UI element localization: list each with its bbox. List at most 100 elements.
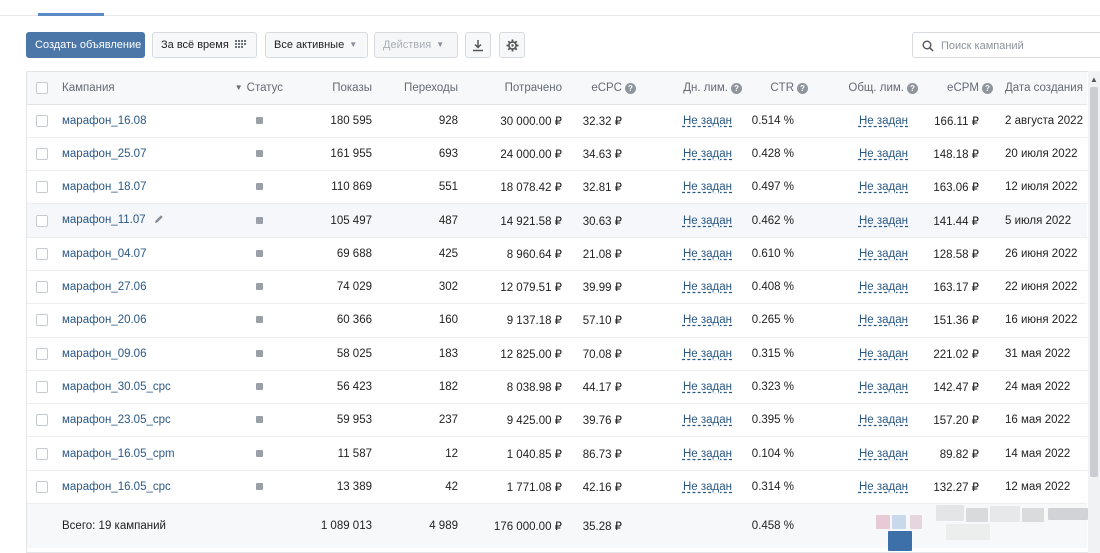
search-box[interactable] [912, 32, 1100, 58]
help-icon[interactable]: ? [907, 82, 918, 94]
ecpc-cell: 42.16 ₽ [562, 470, 636, 505]
table-row[interactable]: марафон_20.06 60 366 160 9 137.18 ₽57.10 ₽ Н… [27, 303, 1087, 338]
daily-limit-link[interactable]: Не задан [636, 137, 742, 172]
created-date-cell: 20 июля 2022 [993, 137, 1087, 172]
campaign-name-link[interactable]: марафон_16.08 [57, 104, 197, 138]
row-checkbox[interactable] [36, 480, 48, 493]
total-limit-link[interactable]: Не задан [808, 337, 918, 371]
row-checkbox[interactable] [36, 281, 48, 294]
daily-limit-link[interactable]: Не задан [636, 170, 742, 205]
total-limit-link[interactable]: Не задан [808, 137, 918, 172]
pencil-edit-icon[interactable] [154, 214, 164, 227]
toolbar: Создать объявление За всё время Все акти… [26, 32, 1100, 58]
row-select-cell [27, 137, 57, 172]
clicks-cell: 425 [372, 237, 458, 271]
create-ad-button[interactable]: Создать объявление [26, 32, 145, 58]
total-limit-link[interactable]: Не задан [808, 470, 918, 505]
impressions-cell: 110 869 [287, 170, 372, 205]
status-cell [197, 137, 287, 172]
total-limit-link[interactable]: Не задан [808, 436, 918, 471]
campaign-name-link[interactable]: марафон_16.05_cpc [57, 470, 197, 505]
daily-limit-link[interactable]: Не задан [636, 237, 742, 271]
help-icon[interactable]: ? [797, 82, 808, 94]
row-checkbox[interactable] [36, 381, 48, 393]
daily-limit-link[interactable]: Не задан [636, 104, 742, 138]
help-icon[interactable]: ? [731, 82, 742, 94]
table-row[interactable]: марафон_23.05_cpc 59 953 237 9 425.00 ₽39.7… [27, 403, 1087, 438]
ecpc-cell: 57.10 ₽ [562, 303, 636, 338]
daily-limit-link[interactable]: Не задан [636, 203, 742, 238]
help-icon[interactable]: ? [625, 82, 636, 94]
header-impressions[interactable]: Показы [287, 72, 372, 105]
table-row[interactable]: марафон_25.07 161 955 693 24 000.00 ₽34.63 … [27, 137, 1087, 172]
campaign-name-link[interactable]: марафон_20.06 [57, 303, 197, 338]
status-filter-dropdown[interactable]: Все активные ▼ [265, 32, 368, 58]
actions-dropdown[interactable]: Действия ▼ [374, 32, 458, 58]
scroll-up-arrow-icon[interactable]: ▲ [1090, 75, 1098, 84]
total-limit-link[interactable]: Не задан [808, 403, 918, 438]
total-limit-link[interactable]: Не задан [808, 237, 918, 271]
download-button[interactable] [465, 32, 491, 58]
table-row[interactable]: марафон_11.07 105 497 487 14 921.58 ₽30.63 … [27, 203, 1087, 238]
row-checkbox[interactable] [36, 114, 48, 127]
row-checkbox[interactable] [36, 247, 48, 260]
period-button[interactable]: За всё время [152, 32, 257, 58]
vertical-scrollbar[interactable]: ▲ [1088, 71, 1100, 553]
table-row[interactable]: марафон_16.05_cpc 13 389 42 1 771.08 ₽42.16… [27, 470, 1087, 505]
header-total-limit[interactable]: Общ. лим.? [808, 72, 918, 105]
campaign-name-link[interactable]: марафон_23.05_cpc [57, 403, 197, 438]
campaign-name-link[interactable]: марафон_30.05_cpc [57, 370, 197, 405]
campaign-name-link[interactable]: марафон_16.05_cpm [57, 436, 197, 471]
scrollbar-thumb[interactable] [1090, 87, 1098, 477]
table-row[interactable]: марафон_30.05_cpc 56 423 182 8 038.98 ₽44.1… [27, 370, 1087, 405]
campaign-name-link[interactable]: марафон_09.06 [57, 337, 197, 371]
row-checkbox[interactable] [36, 214, 48, 227]
clicks-cell: 928 [372, 104, 458, 138]
daily-limit-link[interactable]: Не задан [636, 403, 742, 438]
header-spent[interactable]: Потрачено [458, 72, 562, 105]
row-checkbox[interactable] [36, 314, 48, 327]
total-limit-link[interactable]: Не задан [808, 104, 918, 138]
search-input[interactable] [939, 37, 1099, 54]
campaign-name-link[interactable]: марафон_04.07 [57, 237, 197, 271]
daily-limit-link[interactable]: Не задан [636, 337, 742, 371]
total-limit-link[interactable]: Не задан [808, 303, 918, 338]
total-limit-link[interactable]: Не задан [808, 203, 918, 238]
header-daily-limit[interactable]: Дн. лим.? [636, 72, 742, 105]
header-campaign[interactable]: Кампания [57, 72, 197, 105]
daily-limit-link[interactable]: Не задан [636, 370, 742, 405]
campaign-name-link[interactable]: марафон_25.07 [57, 137, 197, 172]
header-ecpm[interactable]: eCPM? [918, 72, 993, 105]
table-row[interactable]: марафон_16.05_cpm 11 587 12 1 040.85 ₽86.73… [27, 436, 1087, 471]
help-icon[interactable]: ? [982, 82, 993, 94]
select-all-checkbox[interactable] [36, 81, 48, 94]
total-limit-link[interactable]: Не задан [808, 370, 918, 405]
table-row[interactable]: марафон_09.06 58 025 183 12 825.00 ₽70.08 ₽… [27, 337, 1087, 371]
table-row[interactable]: марафон_27.06 74 029 302 12 079.51 ₽39.99 ₽… [27, 270, 1087, 305]
header-created[interactable]: Дата создания [993, 72, 1087, 105]
row-checkbox[interactable] [36, 147, 48, 160]
row-checkbox[interactable] [36, 447, 48, 460]
daily-limit-link[interactable]: Не задан [636, 270, 742, 305]
daily-limit-link[interactable]: Не задан [636, 436, 742, 471]
ecpc-cell: 86.73 ₽ [562, 436, 636, 471]
table-row[interactable]: марафон_18.07 110 869 551 18 078.42 ₽32.81 … [27, 170, 1087, 205]
settings-button[interactable] [499, 32, 525, 58]
row-checkbox[interactable] [36, 414, 48, 427]
total-limit-link[interactable]: Не задан [808, 170, 918, 205]
spent-cell: 8 960.64 ₽ [458, 237, 562, 271]
row-checkbox[interactable] [36, 181, 48, 194]
campaign-name-link[interactable]: марафон_27.06 [57, 270, 197, 305]
header-clicks[interactable]: Переходы [372, 72, 458, 105]
campaign-name-link[interactable]: марафон_18.07 [57, 170, 197, 205]
daily-limit-link[interactable]: Не задан [636, 303, 742, 338]
table-row[interactable]: марафон_16.08 180 595 928 30 000.00 ₽32.32 … [27, 104, 1087, 138]
total-limit-link[interactable]: Не задан [808, 270, 918, 305]
daily-limit-link[interactable]: Не задан [636, 470, 742, 505]
table-row[interactable]: марафон_04.07 69 688 425 8 960.64 ₽21.08 ₽ Н… [27, 237, 1087, 271]
row-checkbox[interactable] [36, 347, 48, 360]
header-ecpc[interactable]: eCPC? [562, 72, 636, 105]
header-ctr[interactable]: CTR? [742, 72, 808, 105]
header-status[interactable]: ▼ Статус [197, 72, 287, 105]
campaign-name-link[interactable]: марафон_11.07 [57, 203, 197, 238]
